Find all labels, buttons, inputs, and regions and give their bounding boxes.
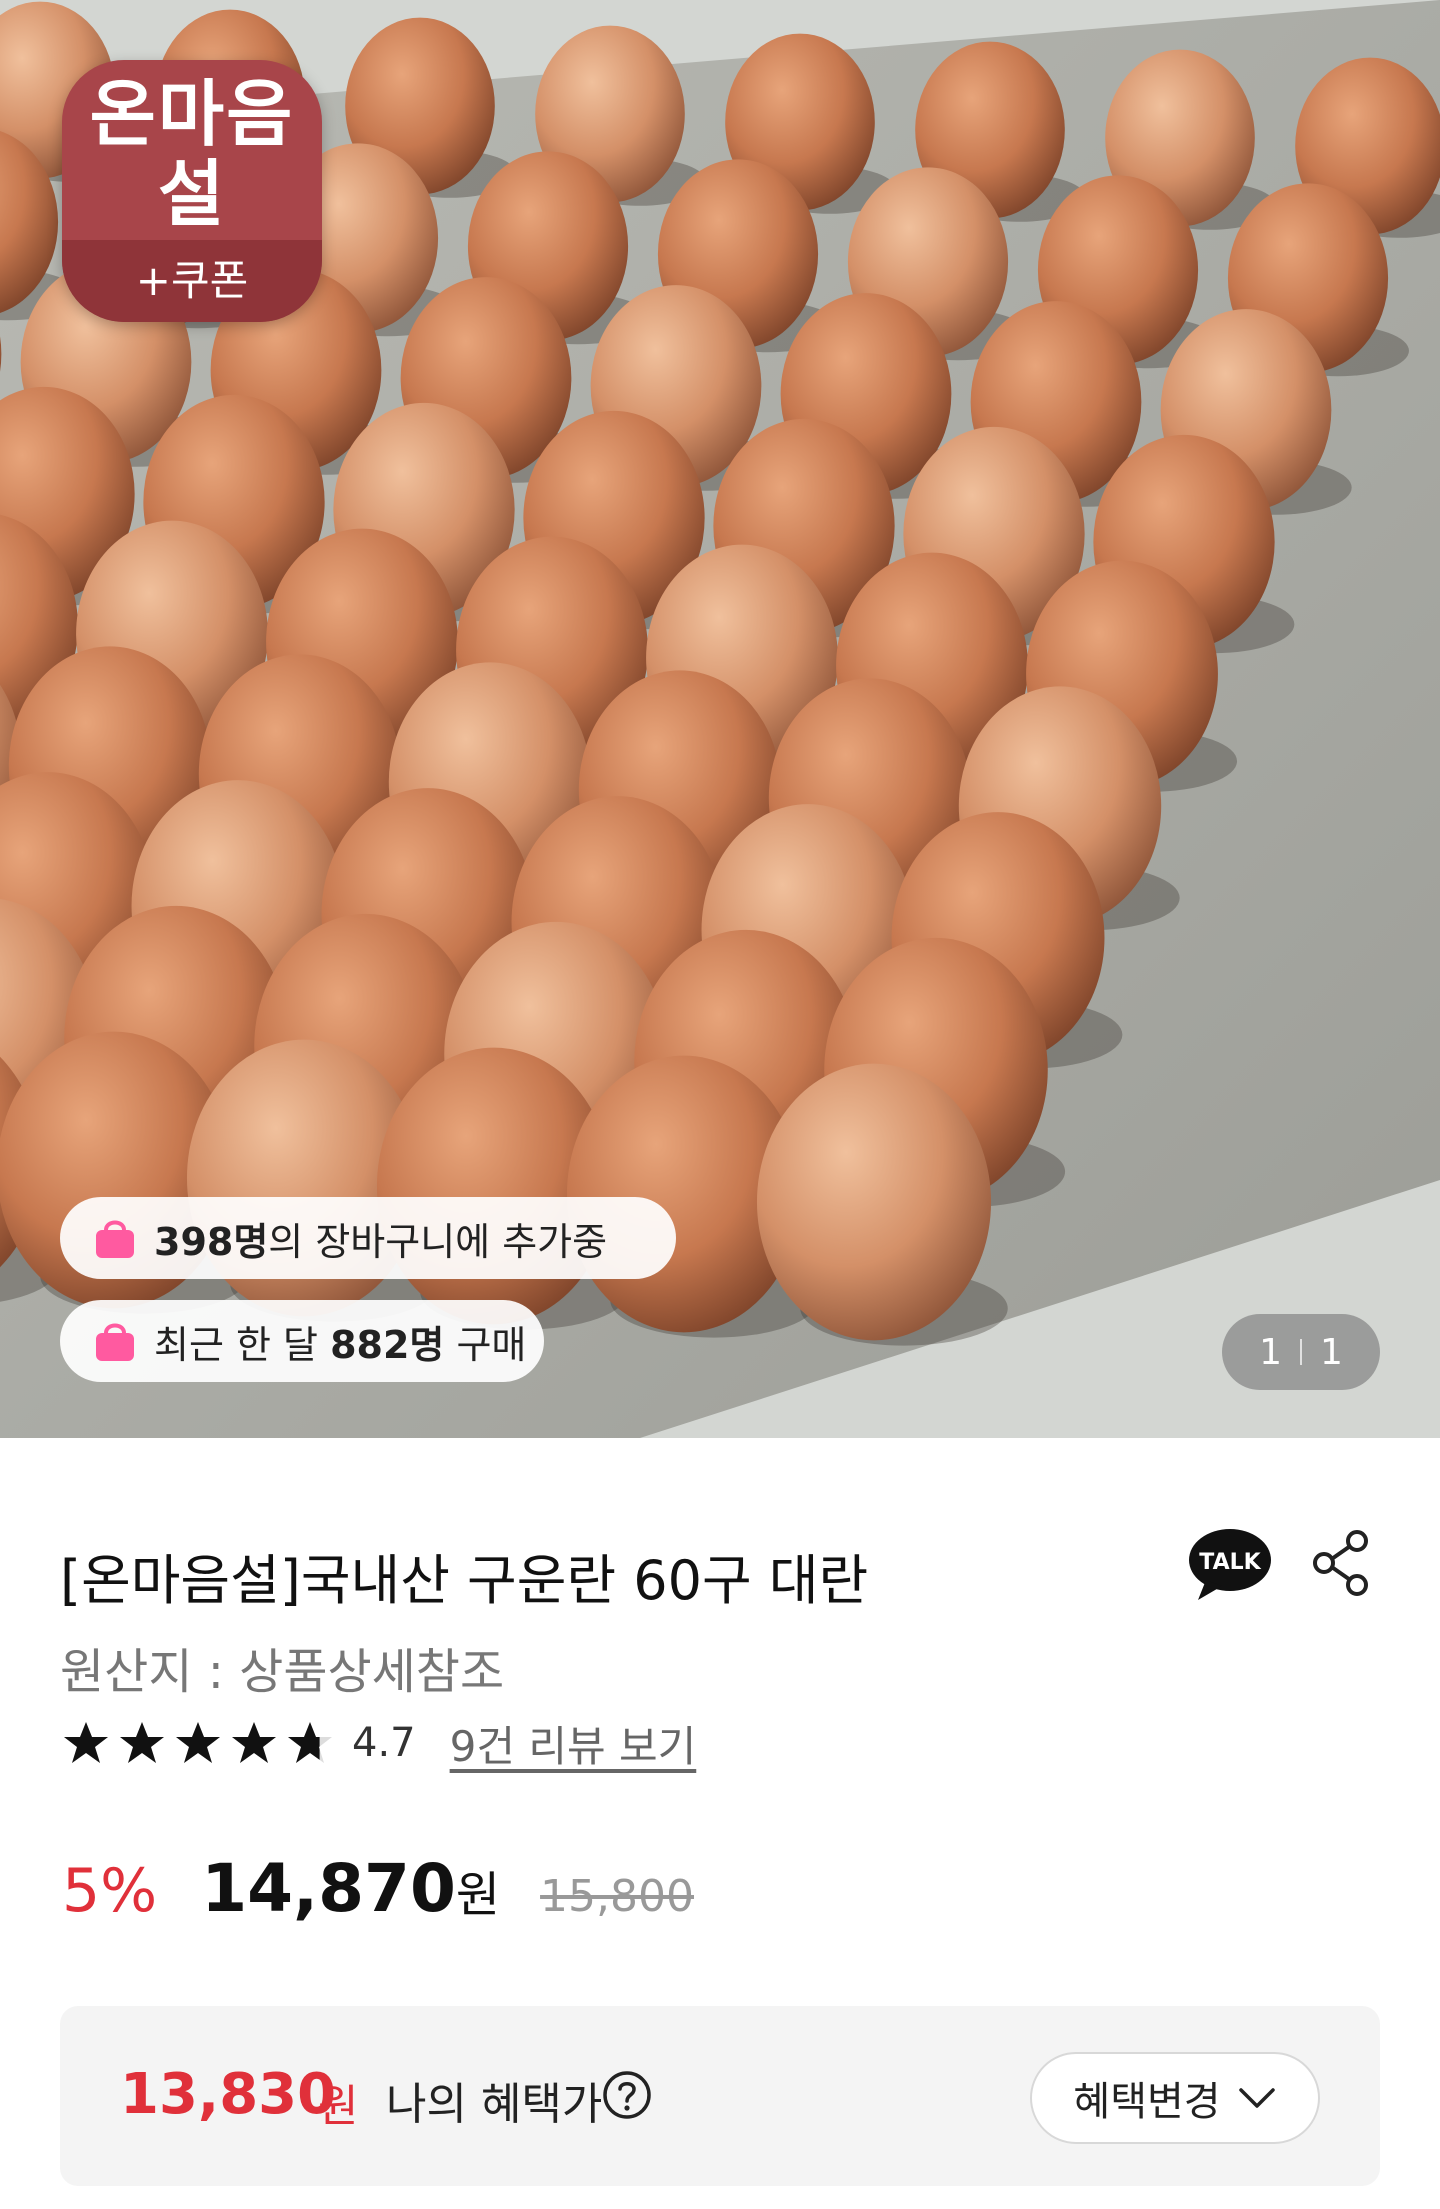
rating-value: 4.7 [352, 1720, 416, 1766]
currency-unit: 원 [455, 1867, 501, 1923]
purchase-suffix: 구매 [444, 1322, 527, 1367]
benefit-label: 나의 혜택가 [386, 2079, 603, 2130]
badge-brand-text: 온마음설 [89, 72, 295, 236]
product-image-carousel[interactable]: 온마음설 +쿠폰 398명 의 장바구니에 추가중 최근 한 달 882명 구매… [0, 0, 1440, 1438]
star-icon [288, 1722, 332, 1763]
purchase-count-pill: 최근 한 달 882명 구매 [60, 1300, 544, 1382]
purchase-prefix: 최근 한 달 [154, 1322, 331, 1367]
product-title: [온마음설]국내산 구운란 60구 대란 [60, 1549, 869, 1612]
change-benefit-button[interactable]: 혜택변경 [1030, 2052, 1320, 2144]
brand-coupon-badge[interactable]: 온마음설 +쿠폰 [62, 60, 322, 322]
star-icon [232, 1722, 276, 1763]
product-origin: 원산지 : 상품상세참조 [60, 1644, 505, 1700]
benefit-price-box: 13,830 원 나의 혜택가 혜택변경 [60, 2006, 1380, 2186]
egg [756, 1063, 992, 1341]
cart-count-text: 의 장바구니에 추가중 [268, 1219, 608, 1264]
cart-count: 398명 [154, 1219, 269, 1264]
purchase-count: 882명 [330, 1322, 445, 1367]
image-pager: 1 1 [1222, 1314, 1380, 1390]
star-icon [176, 1722, 220, 1763]
talk-label: TALK [1199, 1550, 1261, 1575]
benefit-price: 13,830 [120, 2062, 337, 2127]
star-icon [120, 1722, 164, 1763]
benefit-currency: 원 [318, 2081, 359, 2132]
rating-row: 4.7 9건 리뷰 보기 [62, 1716, 696, 1771]
review-link[interactable]: 9건 리뷰 보기 [450, 1713, 697, 1774]
sale-price: 14,870 [201, 1850, 456, 1927]
discount-rate: 5% [62, 1856, 158, 1926]
shopping-bag-icon [96, 1323, 134, 1361]
shopping-bag-icon [96, 1220, 134, 1258]
chevron-down-icon [1238, 2088, 1275, 2108]
pager-divider [1300, 1339, 1302, 1365]
original-price: 15,800 [540, 1871, 695, 1922]
star-rating [62, 1720, 342, 1766]
share-icon[interactable] [1310, 1530, 1372, 1596]
kakao-talk-icon[interactable]: TALK [1188, 1528, 1272, 1602]
help-icon[interactable] [602, 2070, 652, 2120]
change-benefit-label: 혜택변경 [1073, 2079, 1221, 2125]
pager-total: 1 [1320, 1331, 1343, 1373]
star-icon [64, 1722, 108, 1763]
badge-coupon-text: +쿠폰 [62, 240, 322, 322]
price-row: 5% 14,870 원 15,800 [62, 1850, 694, 1927]
cart-count-pill: 398명 의 장바구니에 추가중 [60, 1197, 676, 1279]
pager-current: 1 [1259, 1331, 1282, 1373]
